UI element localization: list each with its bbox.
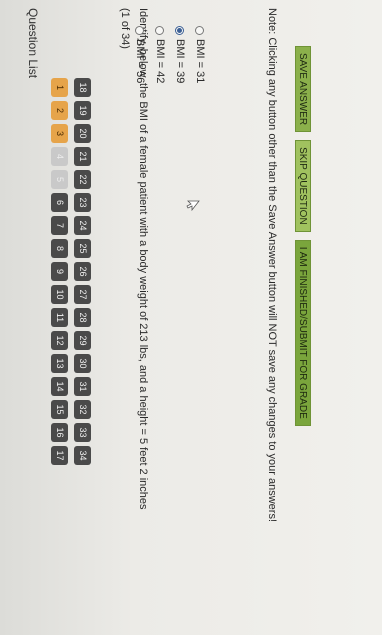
question-number-button[interactable]: 31 (74, 377, 91, 396)
option-3[interactable]: BMI = 42 (154, 26, 166, 83)
answer-options: BMI = 31 BMI = 39 BMI = 42 BMI = 56 (134, 26, 206, 83)
question-number-button[interactable]: 5 (51, 170, 68, 189)
question-number-button[interactable]: 26 (74, 262, 91, 281)
radio-button[interactable] (195, 26, 205, 35)
question-number-button[interactable]: 19 (74, 101, 91, 120)
question-number-button[interactable]: 25 (74, 239, 91, 258)
option-label: BMI = 56 (134, 39, 146, 84)
question-list-row-1: 1 2 3 4 5 6 7 8 9 10 11 12 13 14 15 16 17 (51, 78, 68, 465)
page-title: Question List (26, 8, 40, 79)
question-number-button[interactable]: 20 (74, 124, 91, 143)
question-number-button[interactable]: 2 (51, 101, 68, 120)
question-number-button[interactable]: 16 (51, 423, 68, 442)
mouse-pointer-icon (186, 200, 200, 212)
screen: Question List 1 2 3 4 5 6 7 8 9 10 11 12 13 14 15 16 17 … (0, 0, 382, 635)
question-number-button[interactable]: 28 (74, 308, 91, 327)
question-counter: (1 of 34) (119, 8, 131, 49)
question-number-button[interactable]: 7 (51, 216, 68, 235)
option-label: BMI = 39 (174, 39, 186, 84)
question-number-button[interactable]: 33 (74, 423, 91, 442)
question-number-button[interactable]: 27 (74, 285, 91, 304)
action-bar: SAVE ANSWER SKIP QUESTION I AM FINISHED/… (295, 46, 311, 426)
save-answer-button[interactable]: SAVE ANSWER (295, 46, 311, 133)
exam-page: Question List 1 2 3 4 5 6 7 8 9 10 11 12 13 14 15 16 17 … (0, 0, 382, 635)
question-number-button[interactable]: 3 (51, 124, 68, 143)
radio-button[interactable] (135, 26, 145, 35)
save-warning-note: Note: Clicking any button other than the… (266, 8, 278, 523)
radio-button[interactable] (175, 26, 185, 35)
question-number-button[interactable]: 17 (51, 446, 68, 465)
question-number-button[interactable]: 23 (74, 193, 91, 212)
question-number-button[interactable]: 22 (74, 170, 91, 189)
question-number-button[interactable]: 30 (74, 354, 91, 373)
question-number-button[interactable]: 32 (74, 400, 91, 419)
question-number-button[interactable]: 15 (51, 400, 68, 419)
question-number-button[interactable]: 1 (51, 78, 68, 97)
question-number-button[interactable]: 6 (51, 193, 68, 212)
question-number-button[interactable]: 29 (74, 331, 91, 350)
question-number-button[interactable]: 11 (51, 308, 68, 327)
option-label: BMI = 31 (194, 39, 206, 84)
option-label: BMI = 42 (154, 39, 166, 84)
question-number-button[interactable]: 9 (51, 262, 68, 281)
question-list-row-2: 18 19 20 21 22 23 24 25 26 27 28 29 30 31 32 33 34 (74, 78, 91, 465)
submit-for-grade-button[interactable]: I AM FINISHED/SUBMIT FOR GRADE (295, 239, 311, 426)
option-2[interactable]: BMI = 39 (174, 26, 186, 83)
question-number-button[interactable]: 4 (51, 147, 68, 166)
radio-button[interactable] (155, 26, 165, 35)
question-number-button[interactable]: 21 (74, 147, 91, 166)
question-number-button[interactable]: 13 (51, 354, 68, 373)
skip-question-button[interactable]: SKIP QUESTION (295, 140, 311, 232)
question-number-button[interactable]: 34 (74, 446, 91, 465)
question-number-button[interactable]: 8 (51, 239, 68, 258)
option-4[interactable]: BMI = 56 (134, 26, 146, 83)
question-number-button[interactable]: 10 (51, 285, 68, 304)
question-number-button[interactable]: 18 (74, 78, 91, 97)
question-number-button[interactable]: 24 (74, 216, 91, 235)
question-number-button[interactable]: 12 (51, 331, 68, 350)
option-1[interactable]: BMI = 31 (194, 26, 206, 83)
question-number-button[interactable]: 14 (51, 377, 68, 396)
